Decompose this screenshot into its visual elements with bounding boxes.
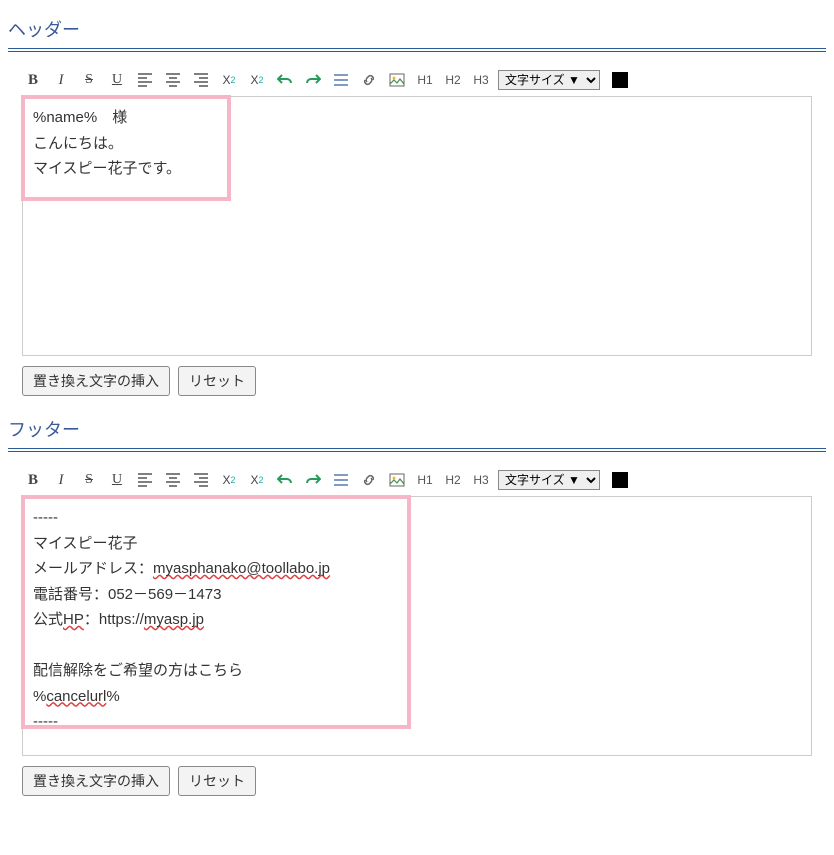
footer-line4-dom: myasp.jp <box>144 611 204 628</box>
header-line1: %name% 様 <box>33 105 801 131</box>
bold-button[interactable]: B <box>22 470 44 490</box>
footer-line2: メールアドレス：myasphanako@toollabo.jp <box>33 556 801 582</box>
footer-line5: 配信解除をご希望の方はこちら <box>33 658 801 684</box>
strike-button[interactable]: S <box>78 70 100 90</box>
subscript-x: X <box>222 73 230 87</box>
align-left-button[interactable] <box>134 470 156 490</box>
undo-button[interactable] <box>274 70 296 90</box>
footer-divider <box>8 448 826 452</box>
subscript-button[interactable]: X2 <box>218 70 240 90</box>
align-center-button[interactable] <box>162 470 184 490</box>
redo-button[interactable] <box>302 70 324 90</box>
h2-button[interactable]: H2 <box>442 470 464 490</box>
image-button[interactable] <box>386 70 408 90</box>
h1-button[interactable]: H1 <box>414 470 436 490</box>
footer-line6-mid: cancelurl <box>46 688 106 705</box>
superscript-button[interactable]: X2 <box>246 470 268 490</box>
subscript-x: X <box>222 473 230 487</box>
footer-toolbar: B I S U X2 X2 H1 H2 H3 文字サイズ ▼ <box>22 468 812 496</box>
redo-button[interactable] <box>302 470 324 490</box>
italic-button[interactable]: I <box>50 470 72 490</box>
reset-button[interactable]: リセット <box>178 366 256 396</box>
header-editor: B I S U X2 X2 H1 H2 H3 文字サイズ ▼ %name% 様 … <box>22 68 812 356</box>
image-button[interactable] <box>386 470 408 490</box>
superscript-x: X <box>250 473 258 487</box>
link-button[interactable] <box>358 70 380 90</box>
align-left-button[interactable] <box>134 70 156 90</box>
footer-line4-pre: 公式 <box>33 611 63 628</box>
header-divider <box>8 48 826 52</box>
footer-dash2: ----- <box>33 709 801 735</box>
reset-button[interactable]: リセット <box>178 766 256 796</box>
color-picker[interactable] <box>612 472 628 488</box>
align-center-button[interactable] <box>162 70 184 90</box>
footer-editor: B I S U X2 X2 H1 H2 H3 文字サイズ ▼ ----- マイス… <box>22 468 812 756</box>
footer-line4-hp: HP <box>63 611 84 628</box>
footer-line2-pre: メールアドレス： <box>33 560 153 577</box>
bold-button[interactable]: B <box>22 70 44 90</box>
superscript-x: X <box>250 73 258 87</box>
link-button[interactable] <box>358 470 380 490</box>
subscript-button[interactable]: X2 <box>218 470 240 490</box>
footer-button-row: 置き換え文字の挿入 リセット <box>22 766 812 796</box>
header-line3: マイスピー花子です。 <box>33 156 801 182</box>
footer-section-title: フッター <box>8 416 826 442</box>
superscript-2: 2 <box>259 475 264 485</box>
hr-button[interactable] <box>330 70 352 90</box>
undo-button[interactable] <box>274 470 296 490</box>
header-section-title: ヘッダー <box>8 16 826 42</box>
hr-button[interactable] <box>330 470 352 490</box>
underline-button[interactable]: U <box>106 470 128 490</box>
header-line2: こんにちは。 <box>33 131 801 157</box>
superscript-2: 2 <box>259 75 264 85</box>
superscript-button[interactable]: X2 <box>246 70 268 90</box>
footer-line6-pre: % <box>33 688 46 705</box>
footer-line4: 公式HP：https://myasp.jp <box>33 607 801 633</box>
color-picker[interactable] <box>612 72 628 88</box>
font-size-select[interactable]: 文字サイズ ▼ <box>498 470 600 490</box>
h2-button[interactable]: H2 <box>442 70 464 90</box>
h1-button[interactable]: H1 <box>414 70 436 90</box>
footer-textarea[interactable]: ----- マイスピー花子 メールアドレス：myasphanako@toolla… <box>22 496 812 756</box>
strike-button[interactable]: S <box>78 470 100 490</box>
h3-button[interactable]: H3 <box>470 70 492 90</box>
insert-replace-button[interactable]: 置き換え文字の挿入 <box>22 766 170 796</box>
footer-dash1: ----- <box>33 505 801 531</box>
align-right-button[interactable] <box>190 70 212 90</box>
footer-line3: 電話番号：052－569－1473 <box>33 582 801 608</box>
font-size-select[interactable]: 文字サイズ ▼ <box>498 70 600 90</box>
subscript-2: 2 <box>231 475 236 485</box>
h3-button[interactable]: H3 <box>470 470 492 490</box>
header-button-row: 置き換え文字の挿入 リセット <box>22 366 812 396</box>
align-right-button[interactable] <box>190 470 212 490</box>
insert-replace-button[interactable]: 置き換え文字の挿入 <box>22 366 170 396</box>
footer-line6-post: % <box>106 688 119 705</box>
header-textarea[interactable]: %name% 様 こんにちは。 マイスピー花子です。 <box>22 96 812 356</box>
footer-line1: マイスピー花子 <box>33 531 801 557</box>
subscript-2: 2 <box>231 75 236 85</box>
underline-button[interactable]: U <box>106 70 128 90</box>
footer-line2-mail: myasphanako@toollabo.jp <box>153 560 330 577</box>
footer-line6: %cancelurl% <box>33 684 801 710</box>
italic-button[interactable]: I <box>50 70 72 90</box>
footer-line4-mid: ：https:// <box>84 611 144 628</box>
header-toolbar: B I S U X2 X2 H1 H2 H3 文字サイズ ▼ <box>22 68 812 96</box>
